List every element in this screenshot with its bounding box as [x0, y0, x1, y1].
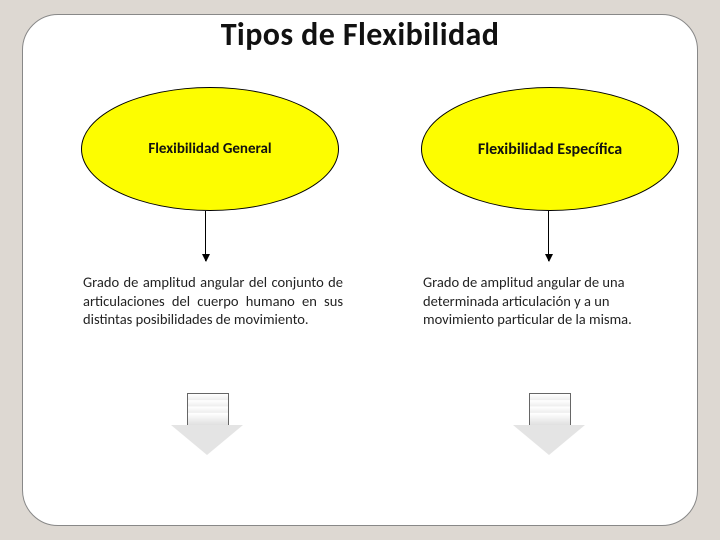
ellipse-general-label: Flexibilidad General — [148, 140, 271, 158]
description-specific: Grado de amplitud angular de una determi… — [423, 273, 683, 329]
description-general: Grado de amplitud angular del conjunto d… — [83, 273, 343, 329]
block-down-arrow-icon — [171, 393, 243, 459]
ellipse-general: Flexibilidad General — [81, 87, 339, 211]
page-title: Tipos de Flexibilidad — [23, 15, 697, 54]
block-down-arrow-icon — [513, 393, 585, 459]
rounded-content-panel: Tipos de Flexibilidad Flexibilidad Gener… — [22, 14, 698, 526]
ellipse-specific: Flexibilidad Específica — [421, 87, 679, 211]
ellipse-specific-label: Flexibilidad Específica — [478, 140, 622, 159]
arrow-down-icon — [205, 211, 206, 261]
arrow-down-icon — [548, 211, 549, 261]
